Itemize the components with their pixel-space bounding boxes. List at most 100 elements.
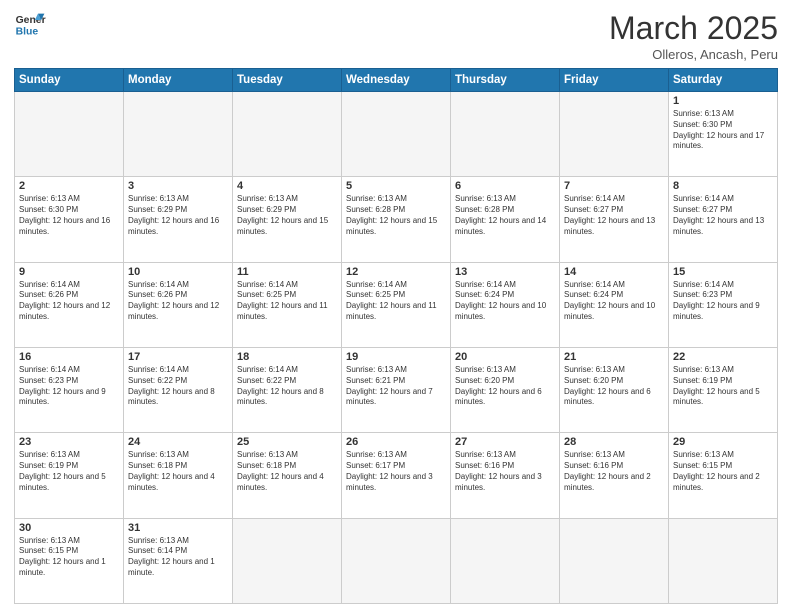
month-title: March 2025 bbox=[609, 10, 778, 47]
calendar-table: Sunday Monday Tuesday Wednesday Thursday… bbox=[14, 68, 778, 604]
page: General Blue March 2025 Olleros, Ancash,… bbox=[0, 0, 792, 612]
calendar-cell: 25 Sunrise: 6:13 AMSunset: 6:18 PMDayligh… bbox=[233, 433, 342, 518]
calendar-cell bbox=[233, 518, 342, 603]
calendar-cell: 10 Sunrise: 6:14 AMSunset: 6:26 PMDayligh… bbox=[124, 262, 233, 347]
calendar-week-row: 30 Sunrise: 6:13 AMSunset: 6:15 PMDayligh… bbox=[15, 518, 778, 603]
header: General Blue March 2025 Olleros, Ancash,… bbox=[14, 10, 778, 62]
day-info: Sunrise: 6:14 AMSunset: 6:25 PMDaylight:… bbox=[237, 280, 337, 323]
day-info: Sunrise: 6:14 AMSunset: 6:22 PMDaylight:… bbox=[128, 365, 228, 408]
day-number: 9 bbox=[19, 266, 119, 278]
day-number: 10 bbox=[128, 266, 228, 278]
calendar-cell: 2Sunrise: 6:13 AMSunset: 6:30 PMDaylight… bbox=[15, 177, 124, 262]
day-number: 13 bbox=[455, 266, 555, 278]
day-number: 26 bbox=[346, 436, 446, 448]
day-info: Sunrise: 6:13 AMSunset: 6:19 PMDaylight:… bbox=[19, 450, 119, 493]
day-info: Sunrise: 6:14 AMSunset: 6:24 PMDaylight:… bbox=[564, 280, 664, 323]
calendar-cell: 15 Sunrise: 6:14 AMSunset: 6:23 PMDayligh… bbox=[669, 262, 778, 347]
calendar-cell: 17Sunrise: 6:14 AMSunset: 6:22 PMDayligh… bbox=[124, 347, 233, 432]
day-number: 15 bbox=[673, 266, 773, 278]
header-saturday: Saturday bbox=[669, 69, 778, 92]
day-number: 5 bbox=[346, 180, 446, 192]
calendar-cell: 21Sunrise: 6:13 AMSunset: 6:20 PMDayligh… bbox=[560, 347, 669, 432]
calendar-cell: 27 Sunrise: 6:13 AMSunset: 6:16 PMDayligh… bbox=[451, 433, 560, 518]
calendar-cell: 22Sunrise: 6:13 AMSunset: 6:19 PMDayligh… bbox=[669, 347, 778, 432]
day-number: 19 bbox=[346, 351, 446, 363]
calendar-cell: 18Sunrise: 6:14 AMSunset: 6:22 PMDayligh… bbox=[233, 347, 342, 432]
day-info: Sunrise: 6:13 AMSunset: 6:28 PMDaylight:… bbox=[346, 194, 446, 237]
day-info: Sunrise: 6:14 AMSunset: 6:23 PMDaylight:… bbox=[19, 365, 119, 408]
calendar-cell bbox=[560, 518, 669, 603]
calendar-cell: 24Sunrise: 6:13 AMSunset: 6:18 PMDayligh… bbox=[124, 433, 233, 518]
calendar-cell: 13 Sunrise: 6:14 AMSunset: 6:24 PMDayligh… bbox=[451, 262, 560, 347]
day-info: Sunrise: 6:13 AMSunset: 6:20 PMDaylight:… bbox=[564, 365, 664, 408]
day-info: Sunrise: 6:13 AMSunset: 6:18 PMDaylight:… bbox=[237, 450, 337, 493]
day-number: 30 bbox=[19, 522, 119, 534]
day-info: Sunrise: 6:14 AMSunset: 6:27 PMDaylight:… bbox=[564, 194, 664, 237]
day-info: Sunrise: 6:13 AMSunset: 6:21 PMDaylight:… bbox=[346, 365, 446, 408]
day-info: Sunrise: 6:13 AMSunset: 6:14 PMDaylight:… bbox=[128, 536, 228, 579]
header-friday: Friday bbox=[560, 69, 669, 92]
day-info: Sunrise: 6:13 AMSunset: 6:16 PMDaylight:… bbox=[455, 450, 555, 493]
day-number: 31 bbox=[128, 522, 228, 534]
calendar-cell: 23 Sunrise: 6:13 AMSunset: 6:19 PMDayligh… bbox=[15, 433, 124, 518]
calendar-week-row: 1 Sunrise: 6:13 AMSunset: 6:30 PMDaylight… bbox=[15, 92, 778, 177]
calendar-cell: 3 Sunrise: 6:13 AMSunset: 6:29 PMDaylight… bbox=[124, 177, 233, 262]
day-info: Sunrise: 6:14 AMSunset: 6:26 PMDaylight:… bbox=[19, 280, 119, 323]
calendar-cell: 9 Sunrise: 6:14 AMSunset: 6:26 PMDaylight… bbox=[15, 262, 124, 347]
calendar-cell: 8Sunrise: 6:14 AMSunset: 6:27 PMDaylight… bbox=[669, 177, 778, 262]
day-info: Sunrise: 6:14 AMSunset: 6:25 PMDaylight:… bbox=[346, 280, 446, 323]
day-number: 2 bbox=[19, 180, 119, 192]
weekday-header-row: Sunday Monday Tuesday Wednesday Thursday… bbox=[15, 69, 778, 92]
calendar-cell bbox=[451, 92, 560, 177]
day-info: Sunrise: 6:14 AMSunset: 6:24 PMDaylight:… bbox=[455, 280, 555, 323]
day-info: Sunrise: 6:13 AMSunset: 6:29 PMDaylight:… bbox=[128, 194, 228, 237]
calendar-cell bbox=[15, 92, 124, 177]
day-number: 18 bbox=[237, 351, 337, 363]
day-info: Sunrise: 6:14 AMSunset: 6:26 PMDaylight:… bbox=[128, 280, 228, 323]
title-block: March 2025 Olleros, Ancash, Peru bbox=[609, 10, 778, 62]
calendar-cell: 28 Sunrise: 6:13 AMSunset: 6:16 PMDayligh… bbox=[560, 433, 669, 518]
calendar-cell: 26 Sunrise: 6:13 AMSunset: 6:17 PMDayligh… bbox=[342, 433, 451, 518]
calendar-cell: 31 Sunrise: 6:13 AMSunset: 6:14 PMDayligh… bbox=[124, 518, 233, 603]
calendar-cell: 7 Sunrise: 6:14 AMSunset: 6:27 PMDaylight… bbox=[560, 177, 669, 262]
day-info: Sunrise: 6:13 AMSunset: 6:30 PMDaylight:… bbox=[673, 109, 773, 152]
day-info: Sunrise: 6:13 AMSunset: 6:20 PMDaylight:… bbox=[455, 365, 555, 408]
calendar-cell: 4Sunrise: 6:13 AMSunset: 6:29 PMDaylight… bbox=[233, 177, 342, 262]
calendar-cell: 5 Sunrise: 6:13 AMSunset: 6:28 PMDaylight… bbox=[342, 177, 451, 262]
day-info: Sunrise: 6:13 AMSunset: 6:17 PMDaylight:… bbox=[346, 450, 446, 493]
day-number: 23 bbox=[19, 436, 119, 448]
header-sunday: Sunday bbox=[15, 69, 124, 92]
calendar-cell bbox=[451, 518, 560, 603]
header-monday: Monday bbox=[124, 69, 233, 92]
calendar-cell: 12 Sunrise: 6:14 AMSunset: 6:25 PMDayligh… bbox=[342, 262, 451, 347]
calendar-cell bbox=[560, 92, 669, 177]
calendar-cell: 16Sunrise: 6:14 AMSunset: 6:23 PMDayligh… bbox=[15, 347, 124, 432]
svg-text:Blue: Blue bbox=[16, 26, 39, 37]
generalblue-icon: General Blue bbox=[14, 10, 46, 38]
day-number: 25 bbox=[237, 436, 337, 448]
day-number: 7 bbox=[564, 180, 664, 192]
day-number: 28 bbox=[564, 436, 664, 448]
header-tuesday: Tuesday bbox=[233, 69, 342, 92]
day-info: Sunrise: 6:13 AMSunset: 6:16 PMDaylight:… bbox=[564, 450, 664, 493]
day-info: Sunrise: 6:13 AMSunset: 6:18 PMDaylight:… bbox=[128, 450, 228, 493]
calendar-cell: 19 Sunrise: 6:13 AMSunset: 6:21 PMDayligh… bbox=[342, 347, 451, 432]
header-wednesday: Wednesday bbox=[342, 69, 451, 92]
calendar-cell: 14Sunrise: 6:14 AMSunset: 6:24 PMDayligh… bbox=[560, 262, 669, 347]
day-number: 3 bbox=[128, 180, 228, 192]
day-number: 8 bbox=[673, 180, 773, 192]
calendar-week-row: 16Sunrise: 6:14 AMSunset: 6:23 PMDayligh… bbox=[15, 347, 778, 432]
day-number: 1 bbox=[673, 95, 773, 107]
calendar-week-row: 2Sunrise: 6:13 AMSunset: 6:30 PMDaylight… bbox=[15, 177, 778, 262]
calendar-cell: 11Sunrise: 6:14 AMSunset: 6:25 PMDayligh… bbox=[233, 262, 342, 347]
day-number: 29 bbox=[673, 436, 773, 448]
calendar-cell bbox=[669, 518, 778, 603]
day-info: Sunrise: 6:14 AMSunset: 6:23 PMDaylight:… bbox=[673, 280, 773, 323]
day-number: 27 bbox=[455, 436, 555, 448]
day-number: 4 bbox=[237, 180, 337, 192]
day-number: 6 bbox=[455, 180, 555, 192]
day-number: 12 bbox=[346, 266, 446, 278]
day-info: Sunrise: 6:13 AMSunset: 6:15 PMDaylight:… bbox=[19, 536, 119, 579]
calendar-cell: 29Sunrise: 6:13 AMSunset: 6:15 PMDayligh… bbox=[669, 433, 778, 518]
calendar-cell bbox=[342, 518, 451, 603]
